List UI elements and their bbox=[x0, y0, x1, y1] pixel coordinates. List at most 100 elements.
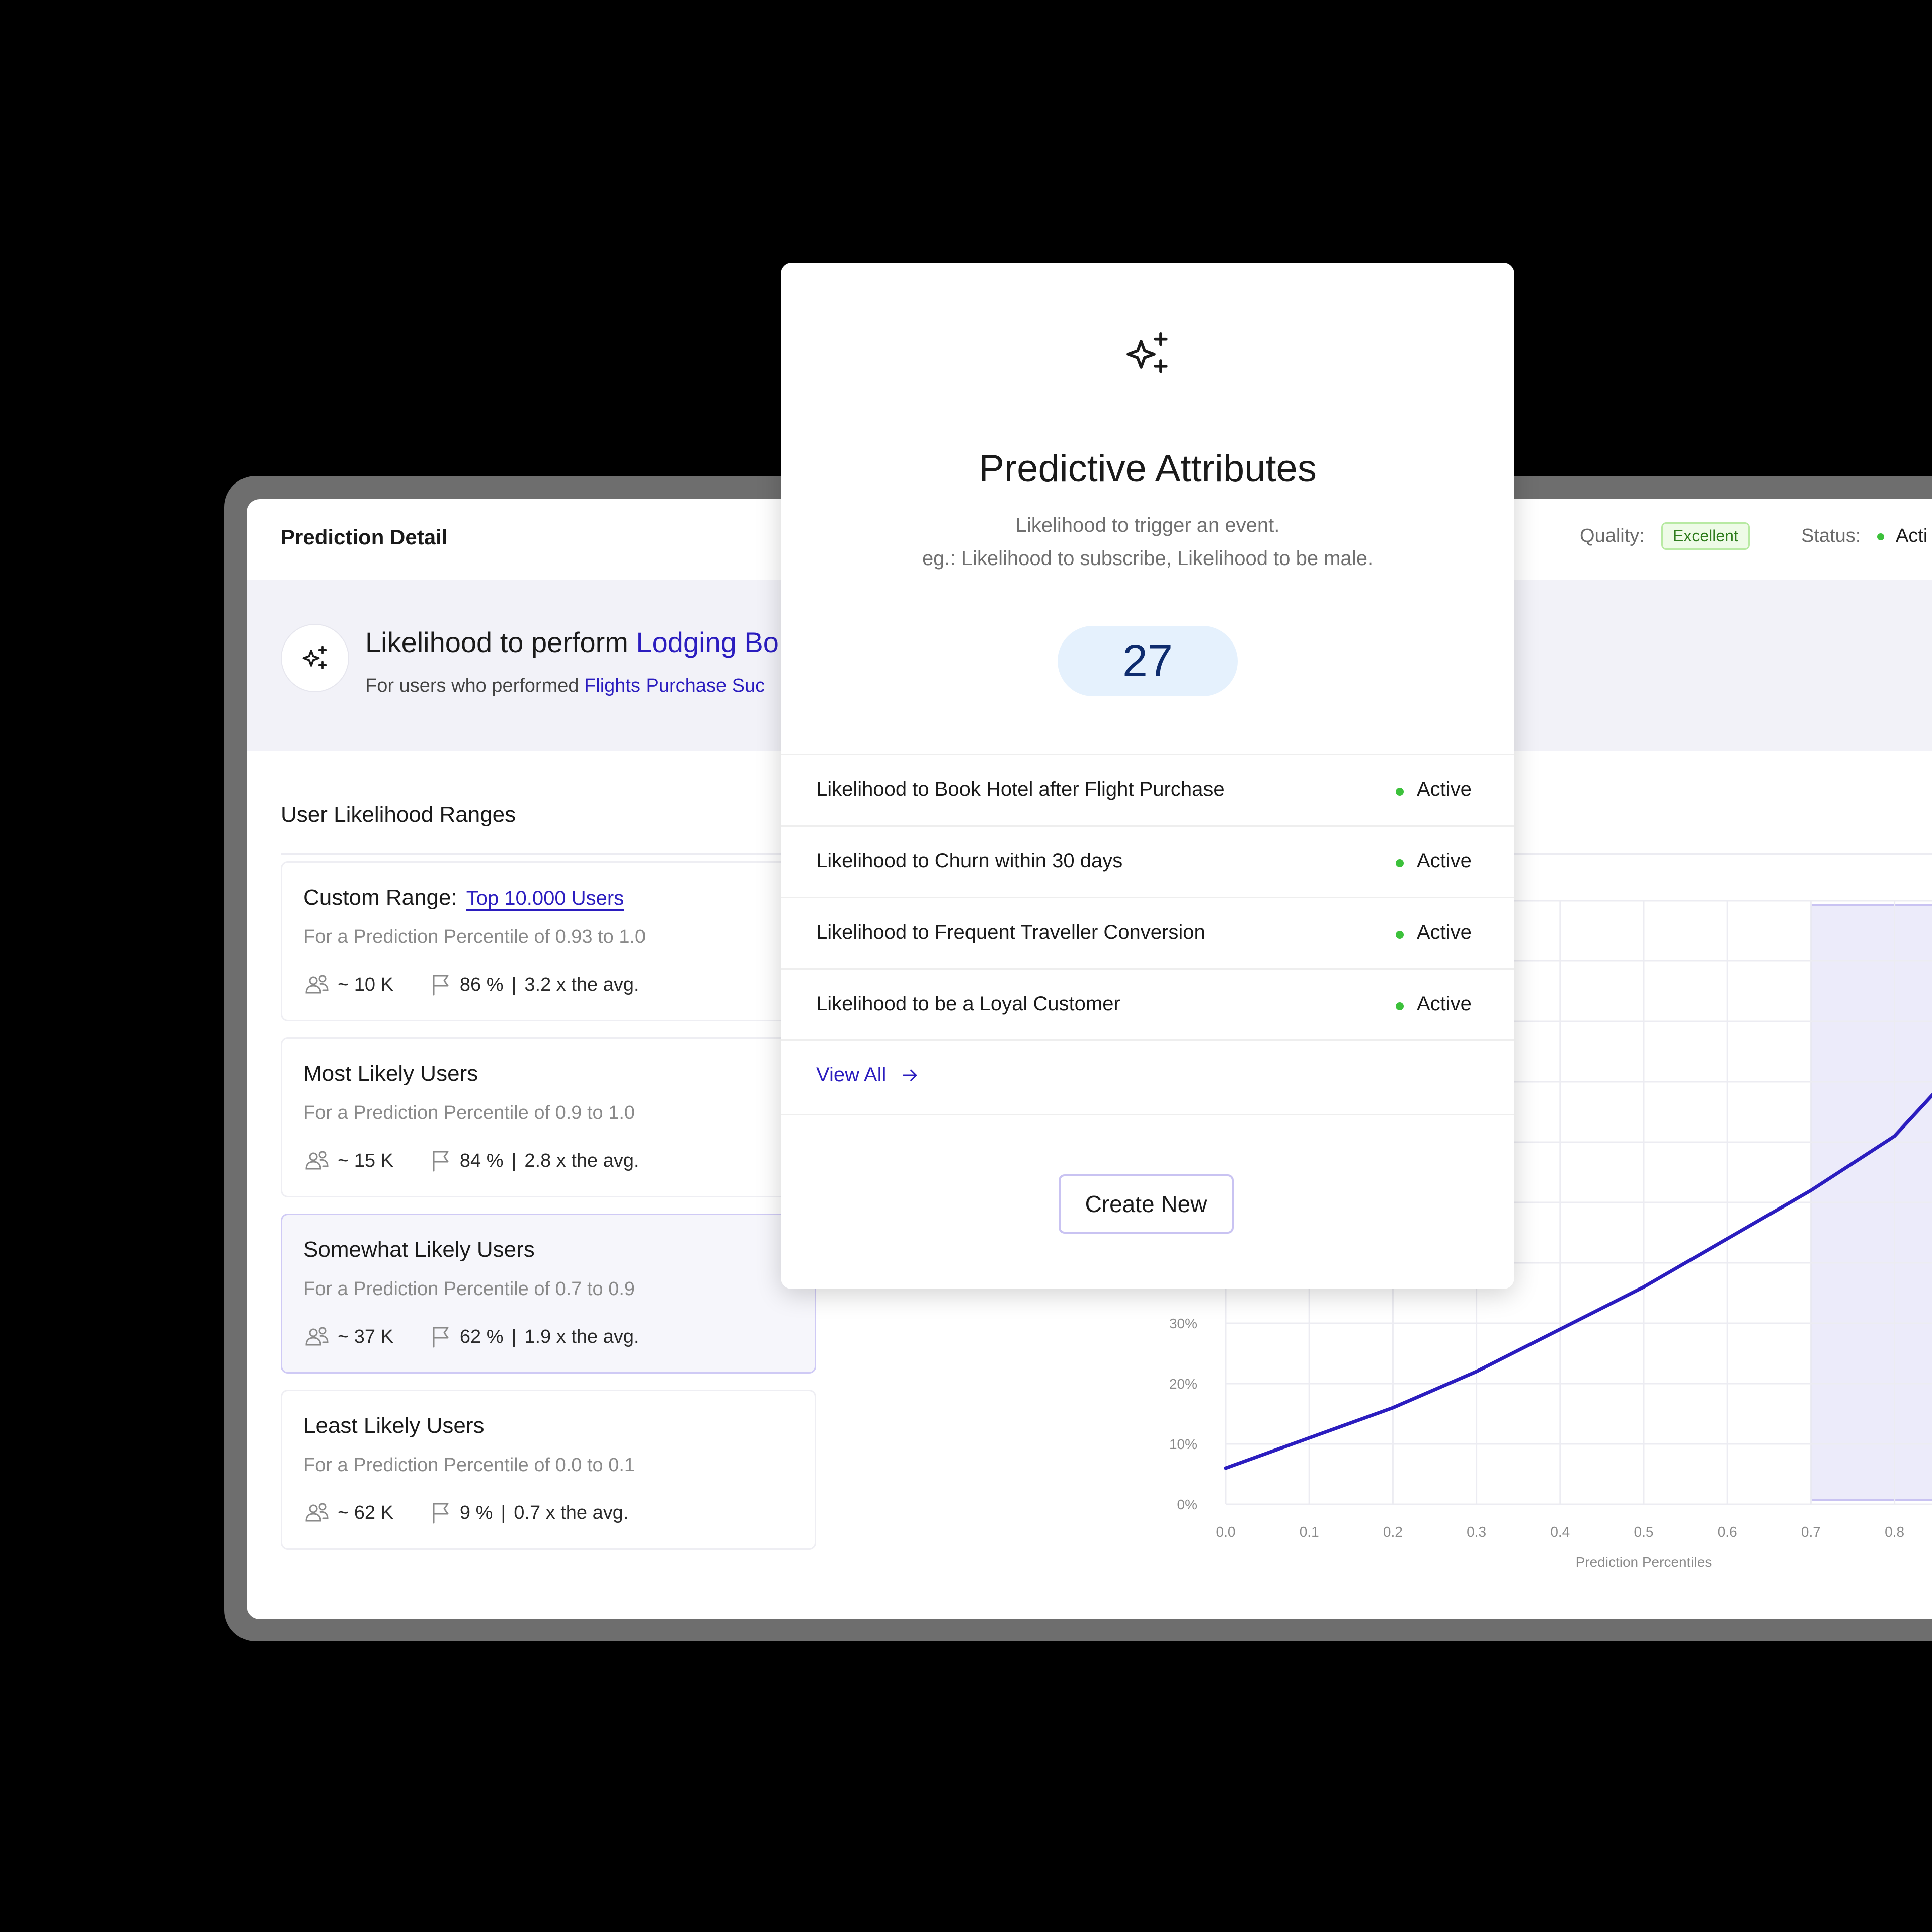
range-card-subtitle: For a Prediction Percentile of 0.0 to 0.… bbox=[303, 1455, 635, 1476]
banner-title: Likelihood to perform Lodging Bo bbox=[365, 626, 779, 659]
range-card[interactable]: Somewhat Likely Users For a Prediction Pe… bbox=[281, 1214, 816, 1374]
quality-badge: Excellent bbox=[1661, 522, 1750, 550]
y-tick-label: 10% bbox=[1169, 1436, 1197, 1452]
user-count: ~ 15 K bbox=[338, 1150, 393, 1171]
x-tick-label: 0.4 bbox=[1550, 1524, 1570, 1540]
range-card-title-text: Somewhat Likely Users bbox=[303, 1237, 535, 1262]
avg-multiplier: 3.2 x the avg. bbox=[524, 974, 639, 995]
active-status-dot bbox=[1396, 1002, 1404, 1010]
x-tick-label: 0.8 bbox=[1885, 1524, 1904, 1540]
conversion-rate: 9 % bbox=[459, 1502, 493, 1523]
x-tick-label: 0.7 bbox=[1801, 1524, 1821, 1540]
flag-icon bbox=[433, 1151, 449, 1172]
conversion-rate: 84 % bbox=[459, 1150, 504, 1171]
avg-multiplier: 1.9 x the avg. bbox=[524, 1326, 639, 1347]
range-card-stats: ~ 62 K 9 % | 0.7 x the avg. bbox=[303, 1501, 628, 1525]
flag-icon bbox=[433, 1327, 449, 1348]
active-status-dot bbox=[1396, 859, 1404, 867]
x-tick-label: 0.3 bbox=[1467, 1524, 1486, 1540]
status-label: Status: bbox=[1801, 525, 1861, 546]
range-card-stats: ~ 37 K 62 % | 1.9 x the avg. bbox=[303, 1325, 639, 1349]
attribute-row[interactable]: Likelihood to Churn within 30 days Active bbox=[781, 825, 1514, 897]
x-axis-label: Prediction Percentiles bbox=[1576, 1554, 1712, 1570]
stat-separator: | bbox=[511, 1326, 517, 1347]
flag-icon bbox=[433, 1503, 449, 1524]
status-dot bbox=[1877, 533, 1884, 540]
create-new-button[interactable]: Create New bbox=[1059, 1174, 1234, 1234]
active-status-dot bbox=[1396, 931, 1404, 939]
range-card[interactable]: Custom Range: Top 10.000 Users For a Predi… bbox=[281, 861, 816, 1021]
view-all-link[interactable]: View All bbox=[816, 1064, 920, 1086]
attribute-status: Active bbox=[1417, 850, 1472, 872]
stat-separator: | bbox=[511, 974, 517, 995]
y-tick-label: 30% bbox=[1169, 1316, 1197, 1331]
attribute-name: Likelihood to Book Hotel after Flight Pu… bbox=[816, 778, 1225, 800]
active-status-dot bbox=[1396, 788, 1404, 796]
divider bbox=[781, 1114, 1514, 1115]
y-tick-label: 0% bbox=[1177, 1497, 1197, 1512]
conversion-rate: 62 % bbox=[459, 1326, 504, 1347]
range-card-title-text: Custom Range: bbox=[303, 885, 457, 910]
x-tick-label: 0.0 bbox=[1216, 1524, 1236, 1540]
range-card-link[interactable]: Top 10.000 Users bbox=[466, 887, 624, 911]
banner-sub-event-link[interactable]: Flights Purchase Suc bbox=[584, 675, 765, 696]
status-value: Acti bbox=[1896, 525, 1928, 546]
attribute-name: Likelihood to Frequent Traveller Convers… bbox=[816, 921, 1205, 943]
range-card-stats: ~ 10 K 86 % | 3.2 x the avg. bbox=[303, 973, 639, 997]
range-card[interactable]: Most Likely Users For a Prediction Percen… bbox=[281, 1037, 816, 1197]
range-card-title: Most Likely Users bbox=[303, 1061, 478, 1086]
avg-multiplier: 2.8 x the avg. bbox=[524, 1150, 639, 1171]
range-card-subtitle: For a Prediction Percentile of 0.7 to 0.… bbox=[303, 1278, 635, 1300]
banner-subtitle: For users who performed Flights Purchase… bbox=[365, 675, 765, 697]
range-card-title: Custom Range: Top 10.000 Users bbox=[303, 885, 624, 911]
banner-event-link[interactable]: Lodging Bo bbox=[636, 626, 779, 658]
attribute-row[interactable]: Likelihood to Frequent Traveller Convers… bbox=[781, 897, 1514, 968]
attribute-row[interactable]: Likelihood to Book Hotel after Flight Pu… bbox=[781, 754, 1514, 825]
users-icon bbox=[305, 1327, 329, 1346]
view-all-label: View All bbox=[816, 1064, 887, 1086]
stat-separator: | bbox=[501, 1502, 506, 1523]
range-card-title: Least Likely Users bbox=[303, 1413, 484, 1438]
user-count: ~ 10 K bbox=[338, 974, 393, 995]
divider bbox=[781, 1039, 1514, 1041]
range-card-subtitle: For a Prediction Percentile of 0.9 to 1.… bbox=[303, 1102, 635, 1123]
attribute-status: Active bbox=[1417, 778, 1472, 800]
attribute-name: Likelihood to Churn within 30 days bbox=[816, 850, 1123, 872]
range-card-title-text: Most Likely Users bbox=[303, 1061, 478, 1086]
range-card-title: Somewhat Likely Users bbox=[303, 1237, 535, 1262]
quality-label: Quality: bbox=[1580, 525, 1645, 546]
user-count: ~ 37 K bbox=[338, 1326, 393, 1347]
y-tick-label: 20% bbox=[1169, 1376, 1197, 1392]
x-tick-label: 0.2 bbox=[1383, 1524, 1403, 1540]
x-tick-label: 0.1 bbox=[1300, 1524, 1319, 1540]
sparkle-icon bbox=[281, 624, 349, 692]
users-icon bbox=[305, 1503, 329, 1522]
range-card-subtitle: For a Prediction Percentile of 0.93 to 1… bbox=[303, 926, 646, 947]
x-tick-label: 0.6 bbox=[1718, 1524, 1737, 1540]
banner-sub-prefix: For users who performed bbox=[365, 675, 585, 696]
predictive-attributes-modal: Predictive Attributes Likelihood to trig… bbox=[781, 263, 1514, 1289]
attribute-row[interactable]: Likelihood to be a Loyal Customer Active bbox=[781, 968, 1514, 1039]
attribute-status: Active bbox=[1417, 993, 1472, 1015]
modal-description-line1: Likelihood to trigger an event. bbox=[1015, 514, 1280, 536]
conversion-rate: 86 % bbox=[459, 974, 504, 995]
sparkle-icon bbox=[1121, 328, 1174, 383]
modal-title: Predictive Attributes bbox=[979, 447, 1317, 490]
stat-separator: | bbox=[511, 1150, 517, 1171]
attribute-count: 27 bbox=[1058, 626, 1238, 696]
attribute-name: Likelihood to be a Loyal Customer bbox=[816, 993, 1120, 1015]
ranges-title: User Likelihood Ranges bbox=[281, 802, 516, 827]
flag-icon bbox=[433, 975, 449, 996]
range-card-stats: ~ 15 K 84 % | 2.8 x the avg. bbox=[303, 1149, 639, 1173]
page-title: Prediction Detail bbox=[281, 525, 448, 549]
modal-description-line2: eg.: Likelihood to subscribe, Likelihood… bbox=[922, 547, 1374, 570]
range-card-title-text: Least Likely Users bbox=[303, 1413, 485, 1438]
range-card[interactable]: Least Likely Users For a Prediction Perce… bbox=[281, 1390, 816, 1550]
arrow-right-icon bbox=[903, 1069, 917, 1081]
users-icon bbox=[305, 1151, 329, 1170]
users-icon bbox=[305, 975, 329, 994]
avg-multiplier: 0.7 x the avg. bbox=[514, 1502, 629, 1523]
banner-title-prefix: Likelihood to perform bbox=[365, 626, 636, 658]
attribute-status: Active bbox=[1417, 921, 1472, 943]
x-tick-label: 0.5 bbox=[1634, 1524, 1654, 1540]
